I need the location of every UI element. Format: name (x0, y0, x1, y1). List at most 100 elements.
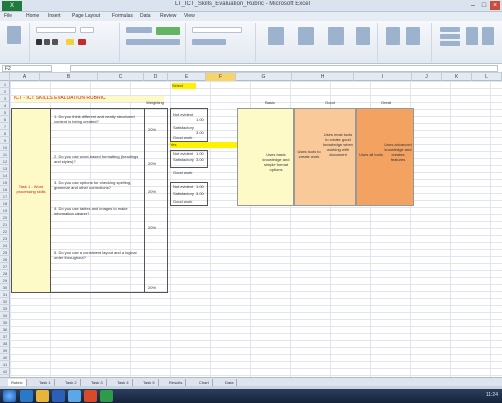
col-header[interactable]: F (206, 73, 236, 81)
row-header[interactable]: 6 (0, 116, 10, 123)
minimize-button[interactable]: – (468, 1, 478, 10)
col-header[interactable]: D (144, 73, 168, 81)
select-cell[interactable]: Select (172, 83, 196, 89)
wrap-text-icon[interactable] (156, 27, 180, 35)
tab-data[interactable]: Data (140, 13, 151, 19)
clear-icon[interactable] (440, 41, 460, 46)
row-header[interactable]: 11 (0, 151, 10, 158)
tab-insert[interactable]: Insert (48, 13, 61, 19)
powerpoint-icon[interactable] (84, 390, 97, 402)
great-descriptor-text-1[interactable]: Uses all tools (359, 152, 383, 160)
question-4[interactable]: 4. Do you use tables and images to make … (54, 206, 142, 226)
row-header[interactable]: 39 (0, 347, 10, 354)
row-header[interactable]: 29 (0, 277, 10, 284)
italic-icon[interactable] (44, 39, 50, 45)
row-header[interactable]: 2 (0, 88, 10, 95)
row-header[interactable]: 31 (0, 291, 10, 298)
align-icon[interactable] (126, 27, 152, 33)
row-header[interactable]: 36 (0, 326, 10, 333)
sheet-tab[interactable]: Task 1 (36, 379, 55, 386)
level-header-basic[interactable]: Basic (258, 100, 282, 106)
row-header[interactable]: 5 (0, 109, 10, 116)
col-header[interactable]: G (236, 73, 292, 81)
delete-cells-icon[interactable] (386, 27, 400, 45)
font-name-select[interactable] (36, 27, 76, 33)
row-header[interactable]: 20 (0, 214, 10, 221)
question-3[interactable]: 3. Do you use options for checking spell… (54, 180, 142, 200)
fill-icon[interactable] (440, 34, 460, 39)
option-b-3[interactable]: Good work (173, 170, 199, 176)
row-header[interactable]: 16 (0, 186, 10, 193)
row-header[interactable]: 25 (0, 249, 10, 256)
col-header[interactable]: H (292, 73, 354, 81)
maximize-button[interactable]: □ (479, 1, 489, 10)
col-header[interactable]: B (40, 73, 98, 81)
ie-icon[interactable] (20, 390, 33, 402)
close-button[interactable]: × (490, 1, 500, 10)
level-header-good[interactable]: Good (318, 100, 342, 106)
col-header[interactable]: A (10, 73, 40, 81)
find-select-icon[interactable] (482, 27, 494, 45)
insert-cells-icon[interactable] (356, 27, 370, 45)
row-header[interactable]: 34 (0, 312, 10, 319)
merge-center-icon[interactable] (126, 39, 180, 45)
row-header[interactable]: 32 (0, 298, 10, 305)
sheet-tab[interactable]: Task 4 (114, 379, 133, 386)
col-header[interactable]: L (472, 73, 502, 81)
row-header[interactable]: 18 (0, 200, 10, 207)
number-format-select[interactable] (192, 27, 242, 33)
autosum-icon[interactable] (440, 27, 460, 32)
bold-icon[interactable] (36, 39, 42, 45)
good-descriptor-text-2[interactable]: Uses most tools to create good knowledge… (322, 132, 354, 172)
row-header[interactable]: 8 (0, 130, 10, 137)
sheet-tab[interactable]: Rubric (8, 379, 27, 386)
fill-color-icon[interactable] (66, 39, 74, 45)
row-header[interactable]: 1 (0, 81, 10, 88)
row-header[interactable]: 14 (0, 172, 10, 179)
weight-1[interactable]: 20% (148, 127, 166, 133)
tab-view[interactable]: View (184, 13, 195, 19)
row-header[interactable]: 27 (0, 263, 10, 270)
basic-descriptor-text[interactable]: Uses basic knowledge and simple format o… (262, 152, 290, 172)
tab-page-layout[interactable]: Page Layout (72, 13, 100, 19)
row-header[interactable]: 37 (0, 333, 10, 340)
currency-icon[interactable] (192, 39, 226, 45)
row-header[interactable]: 40 (0, 354, 10, 361)
option-a-3[interactable]: Good work (173, 135, 199, 141)
row-header[interactable]: 4 (0, 102, 10, 109)
question-2[interactable]: 2. Do you use word-based formatting (hea… (54, 154, 142, 174)
row-header[interactable]: 10 (0, 144, 10, 151)
excel-taskbar-icon[interactable] (100, 390, 113, 402)
row-header[interactable]: 35 (0, 319, 10, 326)
row-header[interactable]: 19 (0, 207, 10, 214)
row-header[interactable]: 13 (0, 165, 10, 172)
col-header[interactable]: K (442, 73, 472, 81)
row-header[interactable]: 9 (0, 137, 10, 144)
tab-file[interactable]: File (4, 13, 12, 19)
col-header[interactable]: C (98, 73, 144, 81)
tab-home[interactable]: Home (26, 13, 39, 19)
row-header[interactable]: 17 (0, 193, 10, 200)
selected-yes-cell[interactable]: Yes (170, 142, 238, 148)
weight-5[interactable]: 20% (148, 285, 166, 291)
option-c-1-val[interactable]: 1.00 (196, 184, 208, 190)
weight-2[interactable]: 20% (148, 161, 166, 167)
tab-review[interactable]: Review (160, 13, 176, 19)
select-all-corner[interactable] (0, 73, 10, 81)
row-header[interactable]: 30 (0, 284, 10, 291)
start-button-icon[interactable] (3, 390, 16, 402)
font-color-icon[interactable] (78, 39, 86, 45)
row-header[interactable]: 7 (0, 123, 10, 130)
format-as-table-icon[interactable] (298, 27, 314, 45)
good-descriptor-text-1[interactable]: Uses tools to create work (297, 149, 321, 161)
rubric-title[interactable]: ICT - ICT SKILLS EVALUATION RUBRIC (14, 96, 164, 102)
sheet-tab[interactable]: Chart (196, 379, 213, 386)
option-b-2-val[interactable]: 3.00 (196, 157, 208, 163)
row-header[interactable]: 28 (0, 270, 10, 277)
sheet-tab[interactable]: Task 3 (88, 379, 107, 386)
row-header[interactable]: 33 (0, 305, 10, 312)
question-1[interactable]: 1. Do you think different and neatly str… (54, 114, 142, 140)
cell-styles-icon[interactable] (328, 27, 344, 45)
app-icon[interactable] (68, 390, 81, 402)
formula-input[interactable] (70, 65, 498, 72)
